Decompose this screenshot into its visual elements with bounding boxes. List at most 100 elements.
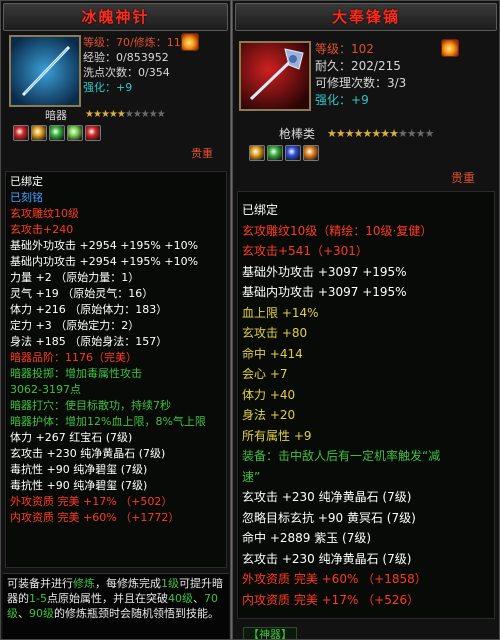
fire-icon	[441, 39, 459, 57]
detail-line: 已绑定	[242, 203, 279, 217]
exp-line: 经验：0/853952	[83, 51, 169, 64]
star-filled-icon: ★	[380, 127, 390, 140]
star-filled-icon: ★	[353, 127, 364, 140]
enhance-line: 强化：+9	[315, 92, 485, 109]
detail-line: 内攻资质 完美 +17% （+526）	[242, 592, 420, 607]
detail-line: 毒抗性 +90 纯净碧玺 (7级)	[10, 463, 148, 476]
star-empty-icon: ★	[406, 127, 417, 140]
detail-line: 玄攻击 +230 纯净黄晶石 (7级)	[242, 551, 412, 566]
note-segment: ，每修炼完成	[95, 577, 161, 590]
note-segment: 、	[18, 607, 29, 620]
star-filled-icon: ★	[371, 127, 381, 140]
detail-line: 体力 +267 红宝石 (7级)	[10, 431, 133, 444]
detail-line: 外攻资质 完美 +17% （+502）	[10, 495, 173, 508]
detail-line: 玄攻击 +230 纯净黄晶石 (7级)	[10, 447, 166, 460]
detail-list: 已绑定 已刻铭 玄攻雕纹10级 玄攻击+240 基础外功攻击 +2954 +195% +…	[5, 171, 227, 568]
detail-line: 毒抗性 +90 纯净碧玺 (7级)	[10, 479, 148, 492]
detail-line: 已绑定	[10, 175, 43, 188]
detail-line: 体力 +40	[242, 387, 296, 402]
star-rating: ★★★★★★★★★★★★	[327, 127, 434, 140]
star-empty-icon: ★	[398, 127, 408, 140]
star-rating: ★★★★★★★★★★	[85, 109, 166, 120]
detail-line: 暗器打穴：使目标散功，持续7秒	[10, 399, 171, 412]
item-title: 冰魄神针	[3, 3, 228, 31]
durability-line: 耐久：202/215	[315, 59, 401, 73]
star-empty-icon: ★	[124, 109, 134, 120]
detail-line: 外攻资质 完美 +60% （+1858）	[242, 572, 427, 586]
detail-list: 已绑定 玄攻雕纹10级（精绘：10级·复健） 玄攻击+541（+301） 基础外功攻击…	[237, 191, 495, 619]
detail-line: 血上限 +14%	[242, 305, 319, 320]
detail-line: 定力 +3 （原始定力：2）	[10, 319, 140, 332]
star-filled-icon: ★	[344, 127, 355, 140]
detail-line: 忽略目标玄抗 +90 黄冥石 (7级)	[242, 510, 416, 525]
note-segment: 、	[192, 592, 204, 605]
detail-line: 暗器投掷：增加毒属性攻击	[10, 367, 142, 380]
enhance-line: 强化：+9	[83, 80, 223, 95]
needle-icon	[9, 35, 81, 107]
detail-line: 灵气 +19 （原始灵气：16）	[10, 287, 154, 300]
detail-line: 3062-3197点	[10, 383, 81, 396]
cultivation-note: 可装备并进行修炼，每修炼完成1级可提升暗器的1-5点原始属性，并且在突破40级、…	[3, 573, 229, 639]
enhance-label: 强化：	[83, 81, 116, 94]
detail-line: 已刻铭	[10, 191, 43, 204]
detail-line: 速”	[242, 469, 261, 484]
star-filled-icon: ★	[92, 109, 102, 120]
star-filled-icon: ★	[108, 109, 118, 120]
detail-line: 力量 +2 （原始力量：1）	[10, 271, 140, 284]
star-filled-icon: ★	[327, 127, 337, 140]
emerald-gem-icon	[49, 125, 65, 141]
note-segment: 点原始属性，并且在突破	[46, 592, 168, 605]
detail-line: 身法 +20	[242, 408, 296, 422]
level-line: 等级：70/修炼：119	[83, 36, 188, 49]
artifact-label: 【神器】	[243, 627, 297, 639]
detail-line: 玄攻雕纹10级（精绘：10级·复健）	[242, 223, 433, 238]
star-filled-icon: ★	[100, 109, 110, 120]
detail-line: 所有属性 +9	[242, 428, 312, 443]
detail-line: 玄攻击 +80	[242, 326, 308, 340]
star-empty-icon: ★	[132, 109, 142, 120]
detail-line: 身法 +185 （原始身法：157）	[10, 335, 168, 348]
wash-line: 洗点次数：0/354	[83, 66, 170, 79]
note-segment: 40级	[167, 592, 193, 605]
detail-line: 暗器护体：增加12%血上限，8%气上限	[10, 415, 206, 428]
enhance-label: 强化：	[315, 93, 352, 107]
star-empty-icon: ★	[148, 109, 158, 120]
note-segment: 的修炼瓶颈时会随机领悟到技能。	[54, 607, 219, 620]
detail-line: 玄攻击+541（+301）	[242, 244, 368, 258]
detail-line: 命中 +2889 紫玉 (7级)	[242, 531, 372, 545]
detail-line: 玄攻击 +230 纯净黄晶石 (7级)	[242, 490, 412, 504]
detail-line: 命中 +414	[242, 346, 303, 361]
star-empty-icon: ★	[424, 127, 435, 140]
bind-label: 贵重	[191, 147, 213, 160]
enhance-value: +9	[351, 93, 369, 107]
sapphire-gem-icon	[285, 145, 301, 161]
mace-icon	[239, 41, 311, 111]
right-item-tooltip: 大奉锋镝 等级：102 耐久：202/215 可修理次数：3/3 强化：+9 枪…	[232, 0, 500, 640]
emerald-gem-icon	[267, 145, 283, 161]
topaz-gem-icon	[249, 145, 265, 161]
detail-line: 会心 +7	[242, 367, 288, 381]
detail-line: 基础外功攻击 +2954 +195% +10%	[10, 239, 199, 252]
note-segment: 90级	[29, 607, 54, 620]
note-segment: 1级	[161, 577, 179, 590]
detail-line: 体力 +216 （原始体力：183）	[10, 303, 168, 316]
enhance-value: +9	[116, 81, 133, 94]
star-empty-icon: ★	[156, 109, 166, 120]
gem-row	[13, 125, 103, 144]
detail-line: 基础内功攻击 +2954 +195% +10%	[10, 255, 199, 268]
detail-line: 基础内功攻击 +3097 +195%	[242, 285, 407, 299]
detail-line: 装备：击中敌人后有一定机率触发“减	[242, 449, 441, 463]
item-title: 大奉锋镝	[235, 3, 497, 31]
fire-icon	[181, 33, 199, 51]
star-filled-icon: ★	[335, 127, 346, 140]
ruby-gem-icon	[13, 125, 29, 141]
note-segment: 修炼	[73, 577, 95, 590]
note-segment: 可装备并进行	[7, 577, 73, 590]
left-item-tooltip: 冰魄神针 等级：70/修炼：119 经验：0/853952 洗点次数：0/354…	[0, 0, 231, 640]
detail-line: 内攻资质 完美 +60% （+1772）	[10, 511, 180, 524]
note-segment: 1-5	[29, 592, 47, 605]
detail-line: 暗器品阶：1176（完美）	[10, 351, 137, 364]
jade-gem-icon	[67, 125, 83, 141]
ruby-gem-icon	[85, 125, 101, 141]
star-filled-icon: ★	[389, 127, 399, 140]
